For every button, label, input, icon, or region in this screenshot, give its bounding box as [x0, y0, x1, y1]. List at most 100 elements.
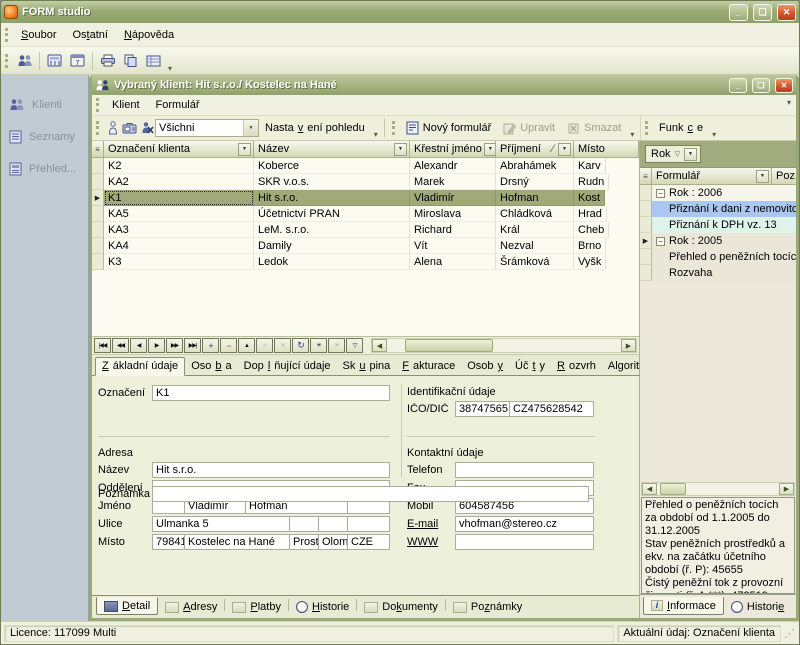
- tree-group-row-current[interactable]: ▶ −Rok : 2005: [640, 233, 796, 249]
- tab-historie-info[interactable]: Historie: [724, 599, 791, 615]
- nav-edit-button[interactable]: ▲: [238, 338, 255, 353]
- client-menubar-grip[interactable]: [96, 98, 99, 112]
- nav-prior-button[interactable]: ◀: [130, 338, 147, 353]
- ico-field[interactable]: 38747565: [455, 401, 510, 417]
- table-row[interactable]: KA2SKR v.o.s.MarekDrsnýRudn: [92, 174, 639, 190]
- grid-horizontal-scrollbar[interactable]: ◀ ▶: [371, 338, 637, 353]
- column-header-misto[interactable]: Místo: [574, 141, 639, 158]
- resize-grip[interactable]: ⋰: [784, 627, 796, 640]
- client-minimize-button[interactable]: _: [729, 78, 747, 93]
- oznaceni-field[interactable]: K1: [152, 385, 390, 401]
- nav-search-next-button[interactable]: ✳: [328, 338, 345, 353]
- column-header-poznamka[interactable]: Poz: [772, 168, 796, 185]
- table-row[interactable]: K3LedokAlenaŠrámkováVyšk: [92, 254, 639, 270]
- tab-ucty[interactable]: Účty: [509, 358, 551, 376]
- client-card-icon[interactable]: [121, 120, 138, 136]
- poznamka-field[interactable]: [152, 486, 589, 502]
- table-row[interactable]: KA4DamilyVítNezvalBrno: [92, 238, 639, 254]
- menu-formular[interactable]: Formulář: [148, 96, 208, 114]
- nav-post-button[interactable]: ✓: [256, 338, 273, 353]
- tab-skupina[interactable]: Skupina: [337, 358, 397, 376]
- list-icon[interactable]: [142, 50, 165, 71]
- nav-insert-button[interactable]: +: [202, 338, 219, 353]
- tab-rozvrh[interactable]: Rozvrh: [551, 358, 602, 376]
- calculator-icon[interactable]: [43, 50, 66, 71]
- nav-search-button[interactable]: ✳: [310, 338, 327, 353]
- edit-button[interactable]: Upravit: [497, 120, 561, 137]
- column-header-formular[interactable]: Formulář▼: [652, 168, 772, 185]
- column-header-oznaceni[interactable]: Označení klienta▼: [104, 141, 254, 158]
- tab-doplnujici-udaje[interactable]: Doplňující údaje: [238, 358, 337, 376]
- maximize-button[interactable]: ❑: [753, 4, 772, 21]
- tree-item-row[interactable]: Přehled o peněžních tocích: [640, 249, 796, 265]
- tab-zakladni-udaje[interactable]: Základní údaje: [95, 357, 185, 376]
- menubar-grip[interactable]: [5, 28, 8, 42]
- table-row[interactable]: KA5Účetnictví PRANMiroslavaChládkováHrad: [92, 206, 639, 222]
- grid-corner-button[interactable]: ≡: [92, 141, 104, 158]
- collapse-icon[interactable]: −: [656, 237, 665, 246]
- tab-adresy[interactable]: Adresy: [158, 599, 224, 615]
- table-row[interactable]: KA3LeM. s.r.o.RichardKrálCheb: [92, 222, 639, 238]
- column-header-prijmeni[interactable]: Příjmení∕▼: [496, 141, 574, 158]
- tab-osoba[interactable]: Osoba: [185, 358, 237, 376]
- combobox-arrow-icon[interactable]: ▼: [243, 120, 258, 136]
- delete-button[interactable]: Smazat: [561, 120, 627, 137]
- tree-item-row-selected[interactable]: Přiznání k dani z nemovitostí vz: [640, 201, 796, 217]
- nav-next-page-button[interactable]: ▶▶: [166, 338, 183, 353]
- dic-field[interactable]: CZ475628542: [510, 401, 594, 417]
- menu-ostatni[interactable]: Ostatní: [64, 26, 115, 44]
- client-filter-combobox[interactable]: Všichni ▼: [155, 119, 259, 137]
- minimize-button[interactable]: _: [729, 4, 748, 21]
- scroll-left-icon[interactable]: ◀: [372, 339, 387, 352]
- functions-overflow[interactable]: ▾: [712, 130, 716, 140]
- tab-osoby[interactable]: Osoby: [461, 358, 509, 376]
- sidebar-item-prehled[interactable]: Přehled...: [1, 153, 88, 185]
- table-row-selected[interactable]: ▶ K1Hit s.r.o.VladimírHofmanKost: [92, 190, 639, 206]
- nav-prior-page-button[interactable]: ◀◀: [112, 338, 129, 353]
- nav-next-button[interactable]: ▶: [148, 338, 165, 353]
- scroll-left-icon[interactable]: ◀: [642, 483, 657, 495]
- tab-fakturace[interactable]: Fakturace: [396, 358, 461, 376]
- nav-cancel-button[interactable]: ✕: [274, 338, 291, 353]
- menu-napoveda[interactable]: Nápověda: [116, 26, 182, 44]
- menu-soubor[interactable]: Soubor: [13, 26, 64, 44]
- view-settings-button[interactable]: Nastavení pohledu: [259, 120, 371, 136]
- close-button[interactable]: ✕: [777, 4, 796, 21]
- new-form-button[interactable]: Nový formulář: [400, 119, 497, 137]
- group-filter-icon[interactable]: ▼: [684, 148, 697, 161]
- tab-platby[interactable]: Platby: [225, 599, 288, 615]
- tree-item-row[interactable]: Přiznání k DPH vz. 13: [640, 217, 796, 233]
- tab-poznamky[interactable]: Poznámky: [446, 599, 529, 615]
- collapse-icon[interactable]: −: [656, 189, 665, 198]
- toolbar-overflow-chevron[interactable]: ▾: [168, 64, 172, 74]
- nav-delete-button[interactable]: −: [220, 338, 237, 353]
- tab-informace[interactable]: i Informace: [643, 597, 724, 615]
- nav-last-button[interactable]: ▶▶|: [184, 338, 201, 353]
- client-close-button[interactable]: ✕: [775, 78, 793, 93]
- column-header-krestni[interactable]: Křestní jméno▼: [410, 141, 496, 158]
- toolbar1-overflow[interactable]: ▾: [374, 130, 378, 140]
- client-toolbar-grip[interactable]: [96, 121, 99, 135]
- nav-first-button[interactable]: |◀◀: [94, 338, 111, 353]
- tree-group-row[interactable]: −Rok : 2006: [640, 185, 796, 201]
- tab-detail[interactable]: Detail: [96, 597, 158, 615]
- sidebar-item-seznamy[interactable]: Seznamy: [1, 121, 88, 153]
- toolbar2-overflow[interactable]: ▾: [630, 130, 634, 140]
- menu-klient[interactable]: Klient: [104, 96, 148, 114]
- nav-refresh-button[interactable]: ↻: [292, 338, 309, 353]
- tree-item-row[interactable]: Rozvaha: [640, 265, 796, 281]
- table-row[interactable]: K2KoberceAlexandrAbrahámekKarv: [92, 158, 639, 174]
- tab-dokumenty[interactable]: Dokumenty: [357, 599, 445, 615]
- client-menubar-overflow[interactable]: ▾: [787, 98, 791, 108]
- client-maximize-button[interactable]: ❑: [752, 78, 770, 93]
- scrollbar-thumb[interactable]: [660, 483, 686, 495]
- toolbar-grip[interactable]: [5, 54, 8, 68]
- toolbar2-grip[interactable]: [392, 121, 395, 135]
- scroll-right-icon[interactable]: ▶: [621, 339, 636, 352]
- print-icon[interactable]: [96, 50, 119, 71]
- column-header-nazev[interactable]: Název▼: [254, 141, 410, 158]
- clients-icon[interactable]: [13, 50, 36, 71]
- copy-icon[interactable]: [119, 50, 142, 71]
- forms-horizontal-scrollbar[interactable]: ◀ ▶: [641, 482, 795, 496]
- functions-button[interactable]: Funkce: [653, 120, 709, 136]
